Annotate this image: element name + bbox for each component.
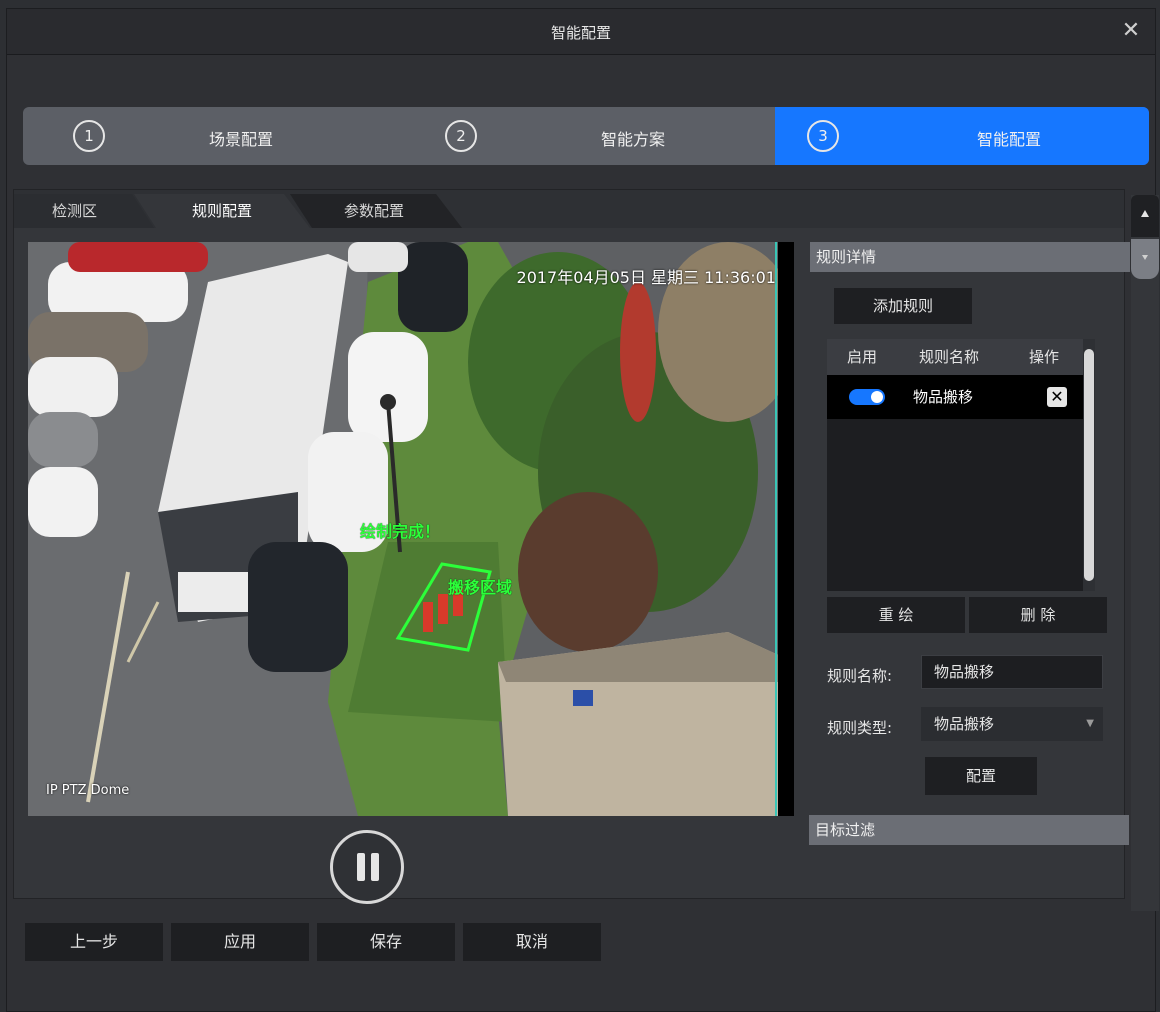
rule-table-row[interactable]: 物品搬移 ✕	[827, 375, 1083, 419]
prev-step-button[interactable]: 上一步	[25, 923, 163, 961]
save-button[interactable]: 保存	[317, 923, 455, 961]
apply-button[interactable]: 应用	[171, 923, 309, 961]
col-rule-name: 规则名称	[919, 348, 980, 366]
col-action: 操作	[1029, 348, 1060, 366]
osd-timestamp: 2017年04月05日 星期三 11:36:01	[516, 268, 776, 287]
toggle-knob	[871, 391, 883, 403]
pause-icon	[371, 853, 379, 881]
window-title: 智能配置	[550, 24, 611, 42]
step-scene-config[interactable]: 1 场景配置	[23, 107, 403, 165]
rule-type-label: 规则类型:	[827, 719, 893, 737]
tab-label: 规则配置	[192, 202, 253, 220]
step-smart-plan[interactable]: 2 智能方案	[403, 107, 775, 165]
step-progress-bar: 1 场景配置 2 智能方案 3 智能配置	[23, 107, 1149, 165]
delete-button[interactable]: 删 除	[969, 597, 1107, 633]
rule-table-header: 启用 规则名称 操作	[827, 339, 1083, 375]
rule-type-value: 物品搬移	[934, 715, 995, 733]
rule-table: 启用 规则名称 操作 物品搬移 ✕	[827, 339, 1095, 591]
redraw-button[interactable]: 重 绘	[827, 597, 965, 633]
arrow-up-icon	[1141, 210, 1149, 217]
col-enable: 启用	[847, 348, 878, 366]
rule-table-scrollbar[interactable]	[1083, 339, 1095, 591]
target-filter-header[interactable]: 目标过滤	[809, 815, 1129, 845]
tab-bar: 检测区 规则配置 参数配置	[14, 190, 1124, 228]
step-number-badge: 1	[73, 120, 105, 152]
step-smart-config[interactable]: 3 智能配置	[775, 107, 1149, 165]
region-label: 搬移区域	[448, 578, 513, 597]
cancel-button[interactable]: 取消	[463, 923, 601, 961]
draw-status-text: 绘制完成！	[360, 522, 441, 541]
tab-param-config[interactable]: 参数配置	[290, 194, 462, 228]
scroll-up-button[interactable]	[1131, 195, 1159, 237]
step-number-badge: 2	[445, 120, 477, 152]
step-label: 智能方案	[601, 130, 666, 149]
scroll-thumb[interactable]	[1084, 349, 1094, 581]
step-number-badge: 3	[807, 120, 839, 152]
rule-name-label: 规则名称:	[827, 667, 893, 685]
tab-label: 检测区	[52, 202, 98, 220]
delete-rule-icon[interactable]: ✕	[1047, 387, 1067, 407]
smart-config-window: 智能配置 ✕ 1 场景配置 2 智能方案 3 智能配置 检测区 规则配置 参数配…	[6, 8, 1159, 1012]
step-label: 场景配置	[209, 130, 274, 149]
pause-button[interactable]	[330, 830, 404, 904]
osd-camera-name: IP PTZ Dome	[46, 783, 130, 798]
config-button[interactable]: 配置	[925, 757, 1037, 795]
chevron-down-icon: ▼	[1086, 718, 1094, 729]
step-label: 智能配置	[977, 130, 1042, 149]
close-icon[interactable]: ✕	[1117, 17, 1145, 45]
tab-label: 参数配置	[344, 202, 405, 220]
enable-toggle[interactable]	[849, 389, 885, 405]
panel-scrollbar[interactable]	[1131, 195, 1159, 911]
rule-details-header[interactable]: 规则详情	[810, 242, 1130, 272]
rule-name-field[interactable]: 物品搬移	[921, 655, 1103, 689]
video-preview[interactable]: 2017年04月05日 星期三 11:36:01 IP PTZ Dome 绘制完…	[28, 242, 794, 816]
rule-name-cell: 物品搬移	[913, 388, 974, 406]
add-rule-button[interactable]: 添加规则	[834, 288, 972, 324]
pause-icon	[357, 853, 365, 881]
tab-rule-config[interactable]: 规则配置	[134, 194, 310, 228]
scroll-thumb[interactable]	[1131, 239, 1159, 279]
title-bar: 智能配置 ✕	[7, 9, 1155, 55]
rule-type-select[interactable]: 物品搬移 ▼	[921, 707, 1103, 741]
arrow-down-icon	[1142, 255, 1148, 260]
tab-detection-area[interactable]: 检测区	[14, 194, 154, 228]
